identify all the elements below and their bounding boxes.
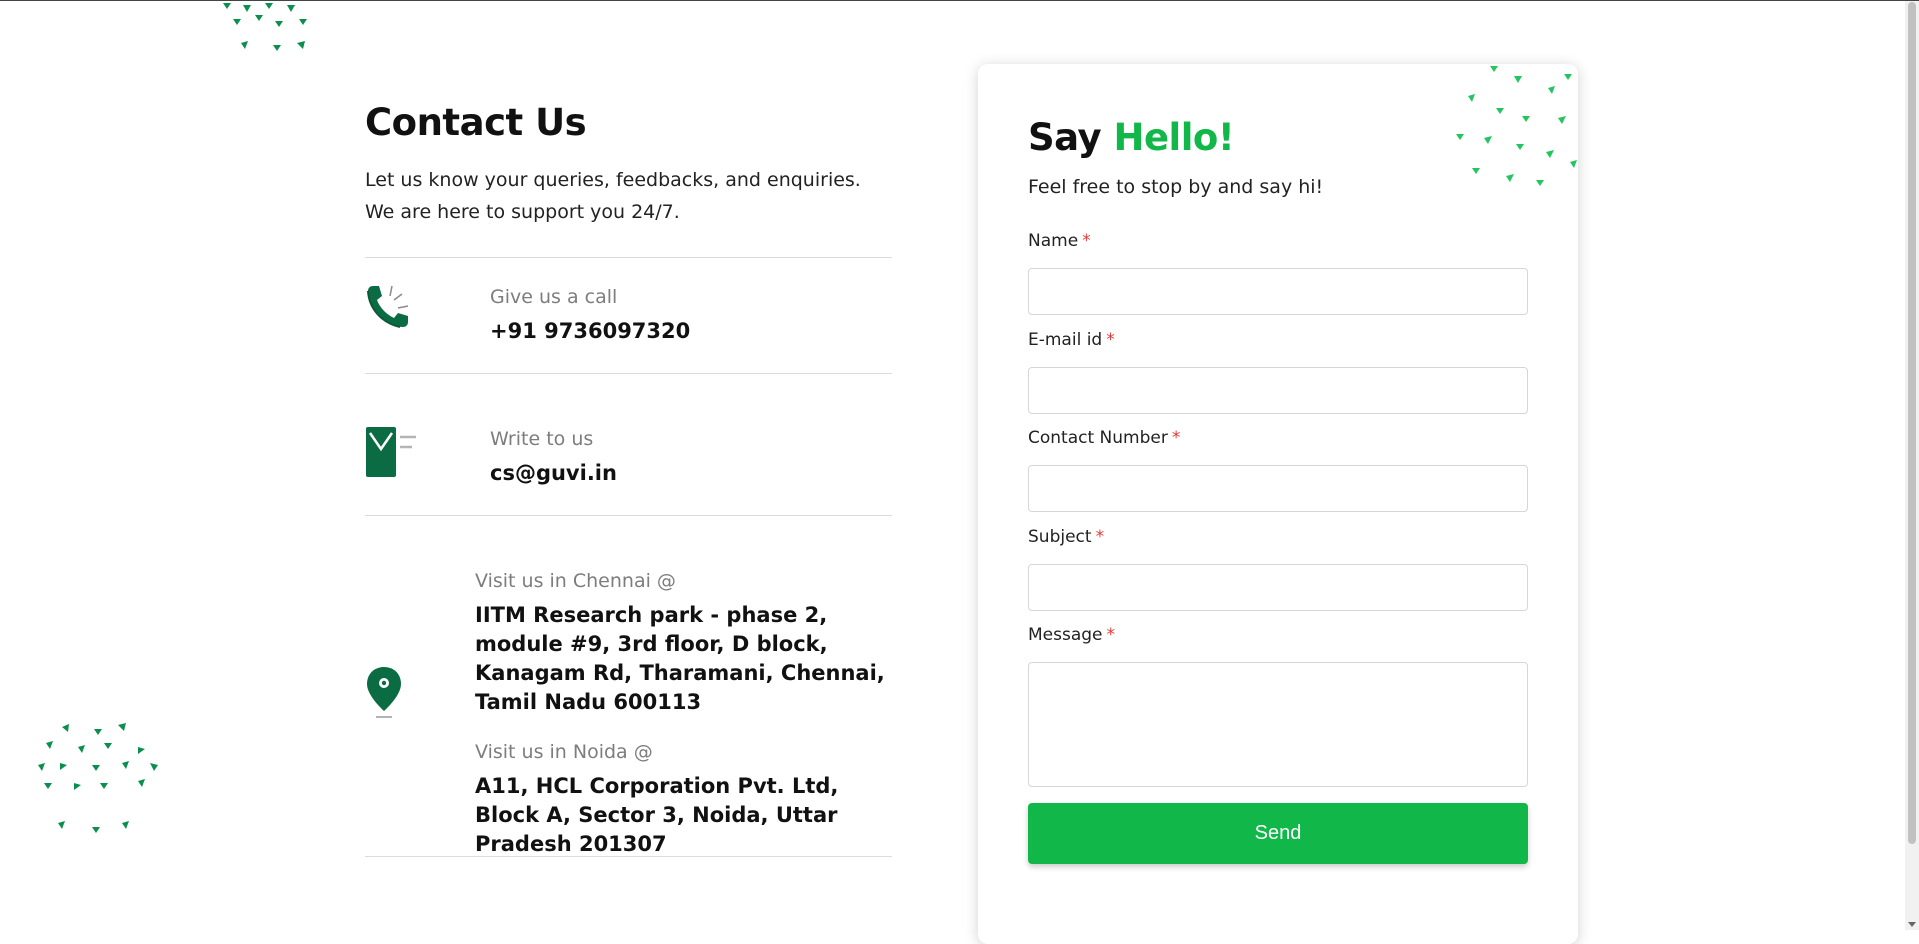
chennai-label: Visit us in Chennai @	[475, 570, 676, 592]
contact-intro: Let us know your queries, feedbacks, and…	[365, 169, 861, 223]
write-label: Write to us	[490, 428, 594, 450]
subject-input[interactable]	[1028, 564, 1528, 611]
page-scrollbar[interactable]	[1905, 1, 1919, 930]
form-title: Say Hello!	[1028, 116, 1235, 159]
divider	[365, 373, 892, 374]
subject-label: Subject *	[1028, 527, 1105, 547]
location-pin-icon	[367, 667, 401, 718]
divider	[365, 257, 892, 258]
phone-icon	[367, 285, 409, 328]
scroll-down-icon[interactable]	[1908, 922, 1916, 927]
email-label: E-mail id *	[1028, 330, 1115, 350]
noida-address: A11, HCL Corporation Pvt. Ltd, Block A, …	[475, 774, 839, 856]
phone-number-link[interactable]: +91 9736097320	[490, 317, 690, 346]
call-label: Give us a call	[490, 286, 618, 308]
email-input[interactable]	[1028, 367, 1528, 414]
form-subtitle: Feel free to stop by and say hi!	[1028, 176, 1324, 198]
contact-number-input[interactable]	[1028, 465, 1528, 512]
name-label: Name *	[1028, 231, 1091, 251]
send-button[interactable]: Send	[1028, 803, 1528, 864]
chennai-address: IITM Research park - phase 2, module #9,…	[475, 603, 885, 714]
decorative-triangles-top	[223, 3, 307, 51]
scrollbar-thumb[interactable]	[1908, 2, 1916, 844]
noida-label: Visit us in Noida @	[475, 741, 653, 763]
email-link[interactable]: cs@guvi.in	[490, 459, 617, 488]
decorative-triangles-card	[1456, 66, 1577, 186]
name-input[interactable]	[1028, 268, 1528, 315]
message-textarea[interactable]	[1028, 662, 1528, 787]
form-title-highlight: Hello!	[1113, 116, 1235, 159]
contact-form-card: Say Hello! Feel free to stop by and say …	[978, 64, 1578, 944]
contact-number-label: Contact Number *	[1028, 428, 1181, 448]
contact-section: Contact Us Let us know your queries, fee…	[365, 101, 892, 228]
contact-title: Contact Us	[365, 101, 587, 144]
form-title-prefix: Say	[1028, 116, 1102, 159]
mail-icon	[366, 427, 416, 477]
divider	[365, 856, 892, 857]
message-label: Message *	[1028, 625, 1116, 645]
divider	[365, 515, 892, 516]
decorative-triangles-bottom-left	[38, 723, 158, 833]
